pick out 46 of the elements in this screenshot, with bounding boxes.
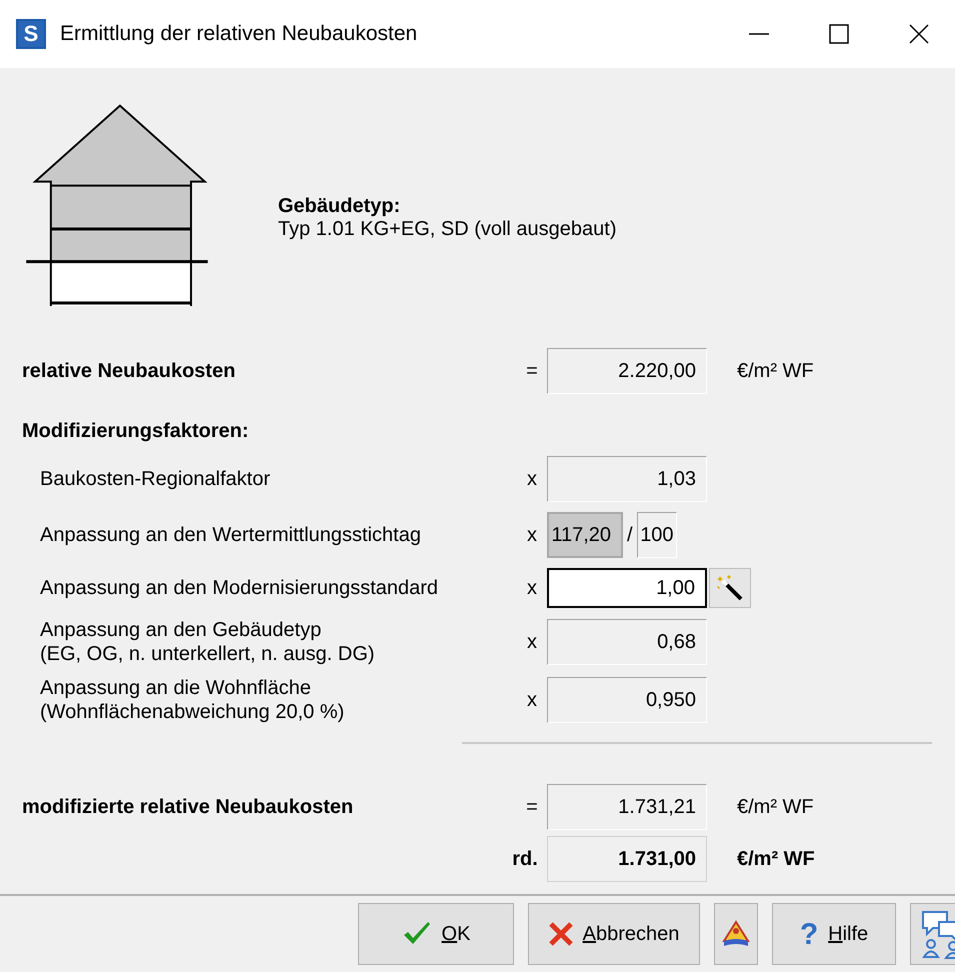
value-field: 1.731,21: [547, 784, 707, 830]
app-icon: S: [16, 19, 46, 49]
unit-label: €/m² WF: [736, 795, 814, 820]
operator-label: =: [525, 359, 539, 384]
value-field: 100: [636, 512, 677, 558]
row-label: Baukosten-Regionalfaktor: [39, 467, 272, 492]
book-button[interactable]: [714, 903, 758, 965]
close-icon: [548, 922, 573, 946]
value-field: 2.220,00: [547, 348, 707, 394]
row-label: Anpassung an den Wertermittlungsstichtag: [39, 523, 422, 548]
row-label: Anpassung an die Wohnfläche (Wohnflächenabweichung 20,0 %): [39, 676, 346, 724]
window-title: Ermittlung der relativen Neubaukosten: [60, 21, 418, 48]
operator-label: x: [526, 576, 538, 601]
value-field: 1,03: [547, 456, 707, 502]
value-field: 0,950: [547, 677, 707, 723]
input-field[interactable]: 1,00: [547, 568, 707, 608]
row-label: Anpassung an den Gebäudetyp (EG, OG, n. unterkellert, n. ausg. DG): [39, 618, 376, 666]
book-icon: [721, 919, 751, 949]
building-type-label: Gebäudetyp:: [278, 195, 402, 218]
operator-label: =: [525, 795, 539, 820]
operator-label: rd.: [511, 847, 539, 872]
help-button[interactable]: ? Hilfe: [772, 903, 896, 965]
maximize-icon: [828, 23, 850, 45]
operator-label: x: [526, 630, 538, 655]
row-label: Anpassung an den Modernisierungsstandard: [39, 576, 440, 601]
section-heading: Modifizierungsfaktoren:: [22, 419, 250, 444]
operator-label: x: [526, 688, 538, 713]
unit-label: €/m² WF: [736, 359, 814, 384]
cancel-button[interactable]: Abbrechen: [528, 903, 700, 965]
close-icon: [908, 23, 930, 45]
operator-label: /: [626, 523, 634, 548]
wand-button[interactable]: [709, 568, 751, 608]
value-field: 1.731,00: [547, 836, 707, 882]
ok-button[interactable]: OK: [358, 903, 514, 965]
minimize-icon: [748, 33, 770, 35]
unit-label: €/m² WF: [736, 847, 815, 872]
chat-people-icon: [919, 908, 955, 960]
value-field: 0,68: [547, 619, 707, 665]
building-type-value: Typ 1.01 KG+EG, SD (voll ausgebaut): [278, 218, 617, 241]
magic-wand-icon: [715, 573, 745, 603]
operator-label: x: [526, 467, 538, 492]
row-label: modifizierte relative Neubaukosten: [22, 796, 354, 818]
help-icon: ?: [800, 912, 818, 956]
value-field: 117,20: [547, 512, 623, 558]
row-label: relative Neubaukosten: [22, 360, 236, 382]
operator-label: x: [526, 523, 538, 548]
